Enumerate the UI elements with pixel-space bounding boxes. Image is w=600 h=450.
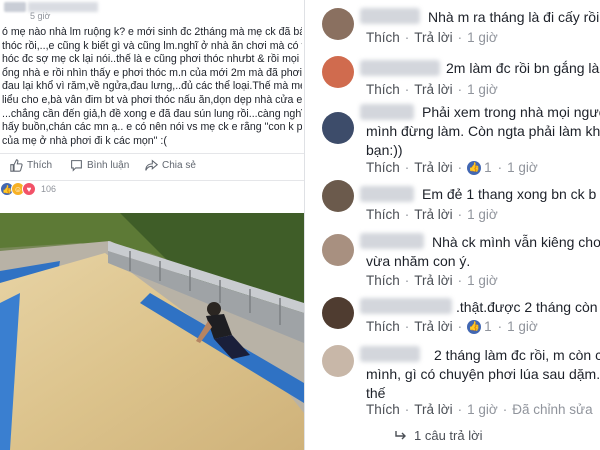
comment-text: mình, gì có chuyện phơi lúa sau dặm. E <box>366 366 600 382</box>
post-text-line: hóc đc sợ mẹ ck lại nói..thế là e cũng p… <box>2 53 302 66</box>
view-replies-link[interactable]: 1 câu trả lời <box>394 428 483 443</box>
post-text-line: hấy buồn,chán các mn ạ.. e có nên nói vs… <box>2 121 302 134</box>
comment-actions: Thích · Trả lời · 👍 1 · 1 giờ <box>366 319 538 334</box>
comment-reply-link[interactable]: Trả lời <box>414 207 452 222</box>
comment-time[interactable]: 1 giờ <box>467 273 498 288</box>
comment-time[interactable]: 1 giờ <box>467 30 498 45</box>
comment-text: mình đừng làm. Còn ngta phải làm khô <box>366 123 600 139</box>
commenter-name-blurred[interactable] <box>360 60 440 76</box>
comment-reply-link[interactable]: Trả lời <box>414 160 452 175</box>
post-action-bar: Thích Bình luận Chia sẻ <box>0 153 304 181</box>
reaction-count: 106 <box>41 184 57 194</box>
comment-actions: Thích · Trả lời · 1 giờ <box>366 273 498 288</box>
comment-like-link[interactable]: Thích <box>366 273 400 288</box>
post-timestamp[interactable]: 5 giờ <box>30 11 50 21</box>
commenter-name-blurred[interactable] <box>360 298 452 314</box>
reply-arrow-icon <box>395 430 406 439</box>
comment-label: Bình luận <box>87 160 130 171</box>
comment-time[interactable]: 1 giờ <box>507 160 538 175</box>
commenter-avatar[interactable] <box>322 180 354 212</box>
commenter-name-blurred[interactable] <box>360 233 424 249</box>
replies-count-label: 1 câu trả lời <box>414 428 483 443</box>
post-text-line: của mẹ ở nhà phơi đi k các mọn" :( <box>2 134 167 147</box>
comment-actions: Thích · Trả lời · 👍 1 · 1 giờ <box>366 160 538 175</box>
comment-like-link[interactable]: Thích <box>366 30 400 45</box>
post-text-line: ó mẹ nào nhà lm ruộng k? e mới sinh đc 2… <box>2 26 302 38</box>
comment-text: 2m làm đc rồi bn gắng làm <box>446 60 600 76</box>
comment-time[interactable]: 1 giờ <box>467 402 498 417</box>
commenter-name-blurred[interactable] <box>360 8 420 24</box>
comment-text: thế <box>366 385 386 401</box>
commenter-avatar[interactable] <box>322 234 354 266</box>
comment-text: 2 tháng làm đc rồi, m còn c <box>434 347 600 363</box>
like-count-icon: 👍 <box>467 319 482 334</box>
comment-icon <box>71 160 82 172</box>
post-text: ó mẹ nào nhà lm ruộng k? e mới sinh đc 2… <box>2 26 302 148</box>
comment-reply-link[interactable]: Trả lời <box>414 319 452 334</box>
comment-like-link[interactable]: Thích <box>366 319 400 334</box>
comment-like-link[interactable]: Thích <box>366 160 400 175</box>
commenter-name-blurred[interactable] <box>360 186 414 202</box>
love-reaction-icon: ♥ <box>22 182 36 196</box>
comment-actions: Thích · Trả lời · 1 giờ <box>366 30 498 45</box>
comment-time[interactable]: 1 giờ <box>467 82 498 97</box>
comment-text: vừa nhăm con ý. <box>366 253 471 269</box>
comment-reply-link[interactable]: Trả lời <box>414 30 452 45</box>
comment-like-count[interactable]: 1 <box>484 160 492 175</box>
thumbs-up-icon <box>10 159 23 172</box>
commenter-name-blurred[interactable] <box>360 104 414 120</box>
comment-like-link[interactable]: Thích <box>366 207 400 222</box>
commenter-avatar[interactable] <box>322 112 354 144</box>
like-count-icon: 👍 <box>467 160 482 175</box>
comment-like-link[interactable]: Thích <box>366 82 400 97</box>
commenter-avatar[interactable] <box>322 56 354 88</box>
comment-text: Nhà m ra tháng là đi cấy rồi . <box>428 9 600 25</box>
comment-text: Em đẻ 1 thang xong bn ck b <box>422 186 597 202</box>
author-avatar[interactable] <box>4 2 26 12</box>
comment-time[interactable]: 1 giờ <box>467 207 498 222</box>
post-text-line: ...chẳng cần đến giả,h đề xong e đã đau … <box>2 107 302 120</box>
post-photo[interactable] <box>0 213 304 450</box>
comment-text: .thật.được 2 tháng còn k <box>456 299 600 315</box>
facebook-post: 5 giờ ó mẹ nào nhà lm ruộng k? e mới sin… <box>0 0 304 450</box>
comment-list: Nhà m ra tháng là đi cấy rồi . Thích · Tr… <box>310 0 600 450</box>
like-label: Thích <box>27 160 53 171</box>
comment-actions: Thích · Trả lời · 1 giờ · Đã chỉnh sửa <box>366 402 593 417</box>
comment-button[interactable]: Bình luận <box>70 159 129 172</box>
comment-actions: Thích · Trả lời · 1 giờ <box>366 82 498 97</box>
reaction-summary[interactable]: 👍 ☺ ♥ 106 <box>0 182 56 196</box>
like-button[interactable]: Thích <box>10 159 52 172</box>
share-label: Chia sẻ <box>162 160 196 171</box>
comment-reply-link[interactable]: Trả lời <box>414 402 452 417</box>
comment-actions: Thích · Trả lời · 1 giờ <box>366 207 498 222</box>
comment-text: bạn:)) <box>366 142 403 158</box>
post-text-line: thóc rồi,..,e cũng k biết gì và cũng lm.… <box>2 39 302 52</box>
commenter-avatar[interactable] <box>322 8 354 40</box>
post-text-line: ổng nhà e rồi nhìn thấy e phơi thóc m.n … <box>2 66 302 79</box>
comment-edited-label[interactable]: Đã chỉnh sửa <box>512 402 592 417</box>
comment-reply-link[interactable]: Trả lời <box>414 82 452 97</box>
comment-time[interactable]: 1 giờ <box>507 319 538 334</box>
post-text-line: liểu cho e,bà vẫn đim bt và phơi thóc nấ… <box>2 93 302 106</box>
comment-like-count[interactable]: 1 <box>484 319 492 334</box>
commenter-name-blurred[interactable] <box>360 346 420 362</box>
commenter-avatar[interactable] <box>322 345 354 377</box>
share-icon <box>145 159 158 171</box>
comment-reply-link[interactable]: Trả lời <box>414 273 452 288</box>
share-button[interactable]: Chia sẻ <box>145 159 196 172</box>
commenter-avatar[interactable] <box>322 297 354 329</box>
comment-like-link[interactable]: Thích <box>366 402 400 417</box>
comment-text: Nhà ck mình vẫn kiêng cho. <box>432 234 600 250</box>
comment-text: Phải xem trong nhà mọi người <box>422 104 600 120</box>
post-text-line: đau lại khổ vì răm,về ngửa,đau lưng,..đủ… <box>2 80 302 93</box>
